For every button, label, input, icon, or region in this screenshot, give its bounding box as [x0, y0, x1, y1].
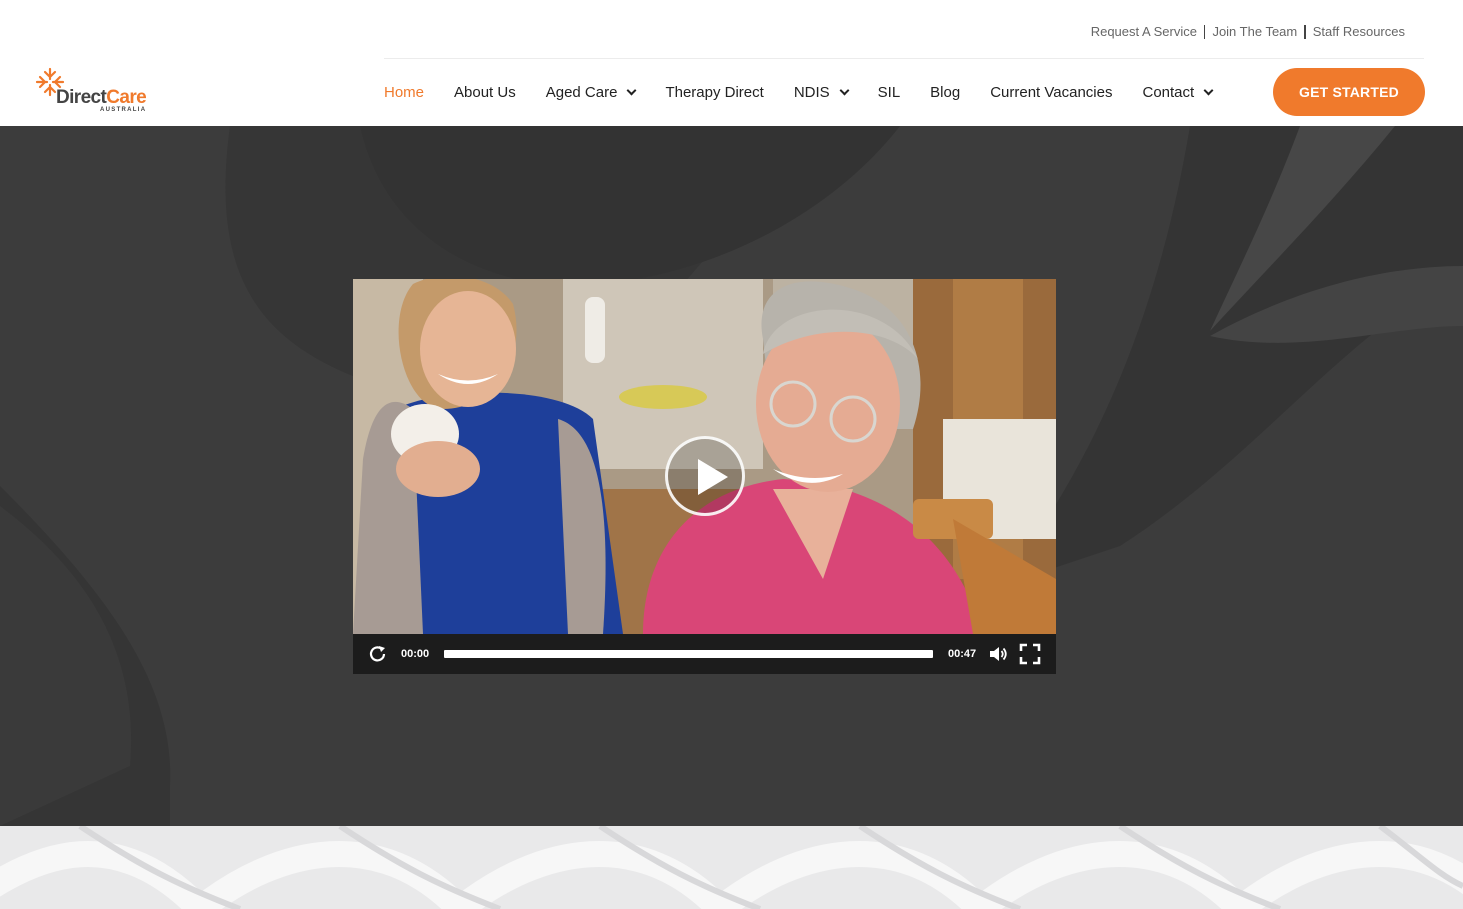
nav-item-contact[interactable]: Contact	[1142, 84, 1214, 101]
video-controls: 00:00 00:47	[353, 634, 1056, 674]
logo-wordmark: DirectCare	[56, 87, 147, 108]
nav-item-ndis[interactable]: NDIS	[794, 84, 850, 101]
nav-item-current-vacancies[interactable]: Current Vacancies	[990, 84, 1112, 101]
replay-icon[interactable]	[367, 643, 389, 665]
duration: 00:47	[948, 648, 977, 660]
nav-item-sil[interactable]: SIL	[878, 84, 901, 101]
lower-section-background	[0, 826, 1463, 909]
hero-section: 00:00 00:47	[0, 126, 1463, 826]
chevron-down-icon	[1203, 85, 1214, 95]
main-nav: Home About Us Aged Care Therapy Direct N…	[384, 80, 1242, 104]
get-started-button[interactable]: GET STARTED	[1273, 68, 1425, 116]
nav-item-blog[interactable]: Blog	[930, 84, 960, 101]
band-wave-pattern	[0, 826, 1463, 909]
utility-link-join-team[interactable]: Join The Team	[1212, 24, 1297, 39]
utility-link-request-service[interactable]: Request A Service	[1091, 24, 1197, 39]
progress-bar[interactable]	[444, 650, 933, 658]
nav-item-home[interactable]: Home	[384, 84, 424, 101]
play-icon[interactable]	[665, 436, 745, 516]
fullscreen-icon[interactable]	[1019, 643, 1041, 665]
current-time: 00:00	[401, 648, 430, 660]
utility-link-staff-resources[interactable]: Staff Resources	[1313, 24, 1405, 39]
logo-tagline: AUSTRALIA	[100, 107, 147, 113]
nav-item-therapy-direct[interactable]: Therapy Direct	[665, 84, 763, 101]
brand-logo[interactable]: DirectCare AUSTRALIA	[34, 66, 164, 118]
site-header: DirectCare AUSTRALIA Request A Service J…	[0, 0, 1463, 126]
utility-separator	[1304, 24, 1306, 39]
chevron-down-icon	[626, 85, 637, 95]
nav-item-about-us[interactable]: About Us	[454, 84, 516, 101]
chevron-down-icon	[839, 85, 850, 95]
nav-item-aged-care[interactable]: Aged Care	[546, 84, 637, 101]
utility-separator	[1203, 24, 1206, 39]
utility-nav: Request A Service Join The Team Staff Re…	[1091, 24, 1405, 39]
volume-icon[interactable]	[987, 643, 1009, 665]
video-player[interactable]: 00:00 00:47	[353, 279, 1056, 674]
header-divider	[384, 58, 1424, 59]
